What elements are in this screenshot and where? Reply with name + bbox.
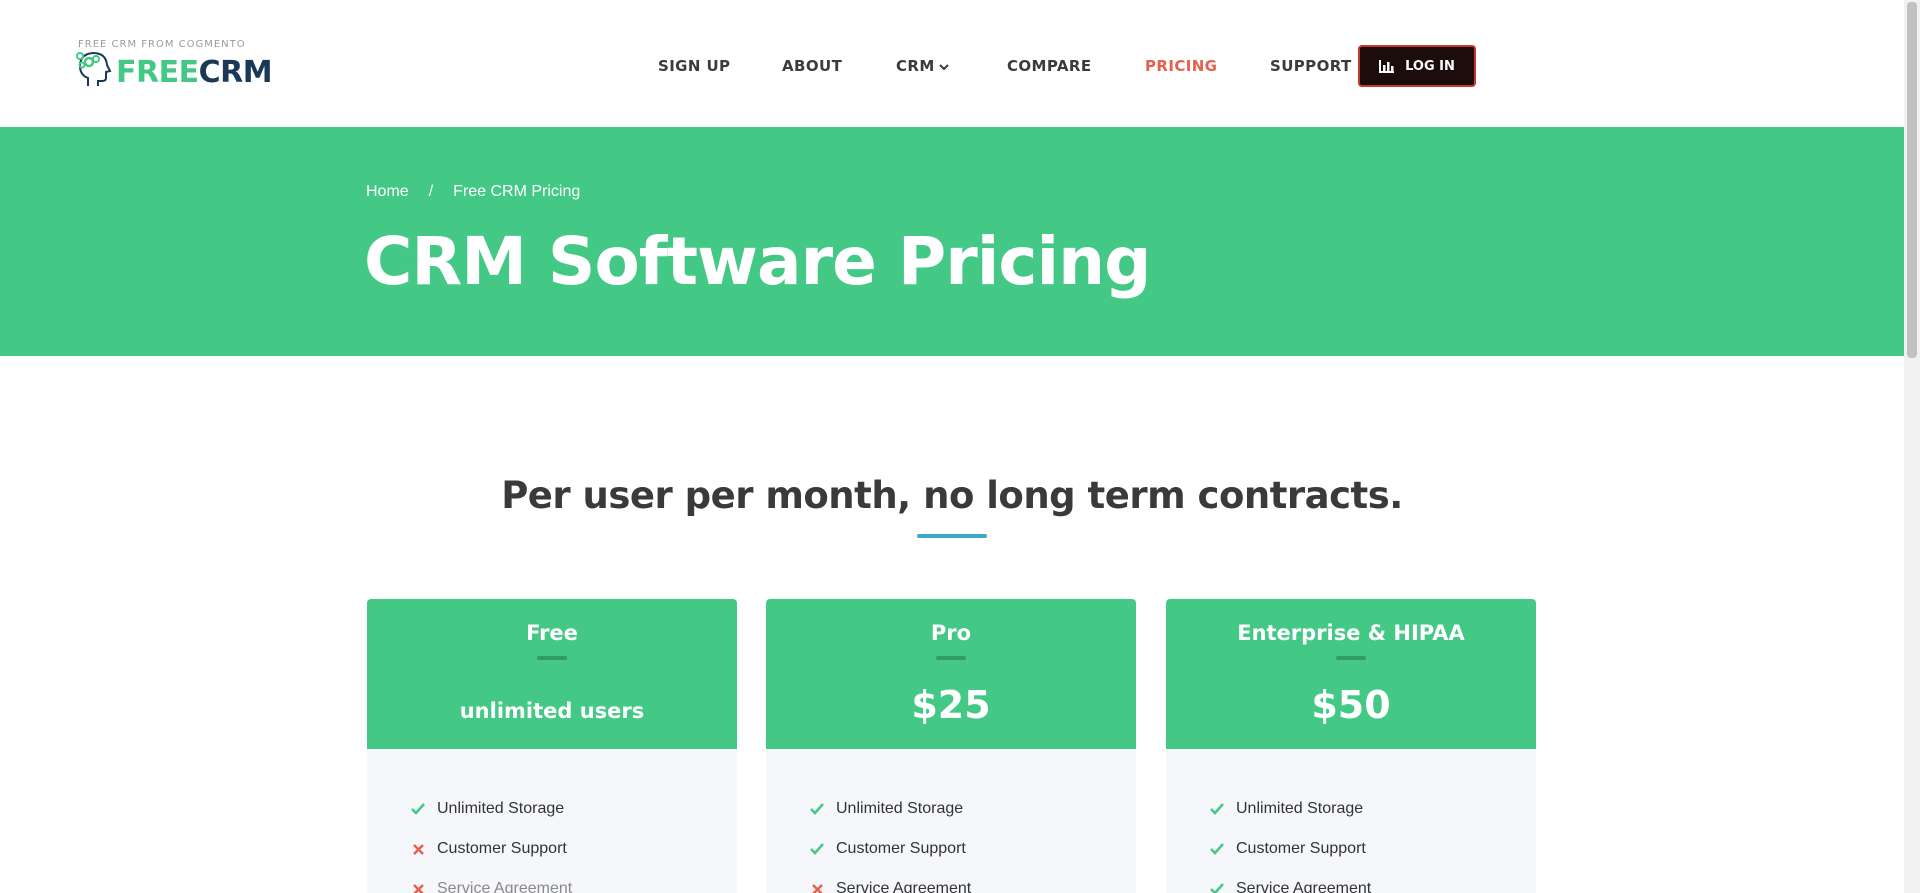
feature-item: Service Agreement (367, 869, 737, 893)
scrollbar-thumb[interactable] (1907, 2, 1917, 358)
plan-name: Pro (930, 621, 972, 645)
logo-wordmark: FREECRM (116, 55, 273, 90)
check-icon (407, 803, 429, 815)
cross-icon (407, 843, 429, 855)
check-icon (806, 843, 828, 855)
plan-features: Unlimited Storage Customer Support Servi… (367, 749, 737, 893)
nav-crm-label: CRM (896, 57, 935, 75)
login-label: LOG IN (1405, 58, 1455, 74)
bar-chart-icon (1379, 60, 1395, 73)
cross-icon (407, 883, 429, 893)
nav-pricing[interactable]: PRICING (1145, 57, 1217, 75)
plan-card-free: Free unlimited users Unlimited Storage C… (367, 599, 737, 893)
feature-label: Unlimited Storage (836, 800, 964, 817)
nav-about[interactable]: ABOUT (782, 57, 842, 75)
page-title: CRM Software Pricing (364, 223, 1151, 300)
plan-card-pro: Pro $25 Unlimited Storage Customer Suppo… (766, 599, 1136, 893)
plan-price: unlimited users (459, 699, 645, 723)
feature-item: Service Agreement (1166, 869, 1536, 893)
page-scrollbar[interactable] (1904, 0, 1920, 893)
nav-support[interactable]: SUPPORT (1270, 57, 1352, 75)
feature-label: Unlimited Storage (1236, 800, 1364, 817)
breadcrumb: Home / Free CRM Pricing (366, 183, 580, 201)
plan-features: Unlimited Storage Customer Support Servi… (766, 749, 1136, 893)
check-icon (806, 803, 828, 815)
cross-icon (806, 883, 828, 893)
feature-item: Service Agreement (766, 869, 1136, 893)
plan-name: Enterprise & HIPAA (1237, 621, 1465, 645)
logo[interactable]: FREE CRM FROM COGMENTO FREECRM (74, 36, 284, 92)
chevron-down-icon (938, 63, 949, 70)
feature-item: Unlimited Storage (766, 789, 1136, 829)
logo-word-crm: CRM (198, 55, 273, 90)
plan-features: Unlimited Storage Customer Support Servi… (1166, 749, 1536, 893)
breadcrumb-home[interactable]: Home (366, 183, 409, 201)
check-icon (1206, 843, 1228, 855)
breadcrumb-current: Free CRM Pricing (453, 183, 581, 200)
check-icon (1206, 803, 1228, 815)
feature-label: Unlimited Storage (437, 800, 565, 817)
logo-word-free: FREE (116, 55, 199, 90)
feature-item: Unlimited Storage (1166, 789, 1536, 829)
feature-item: Customer Support (367, 829, 737, 869)
feature-label: Customer Support (836, 840, 966, 857)
plan-price: $50 (1311, 683, 1391, 727)
feature-label: Customer Support (1236, 840, 1366, 857)
section-title: Per user per month, no long term contrac… (501, 474, 1403, 517)
feature-label: Service Agreement (1236, 880, 1372, 893)
plan-header: Enterprise & HIPAA $50 (1166, 599, 1536, 749)
nav-compare[interactable]: COMPARE (1007, 57, 1092, 75)
head-gears-icon (76, 51, 112, 86)
breadcrumb-separator: / (428, 183, 434, 200)
plan-divider (936, 656, 966, 660)
plan-header: Free unlimited users (367, 599, 737, 749)
plan-price: $25 (911, 683, 991, 727)
plan-divider (537, 656, 567, 660)
feature-label: Customer Support (437, 840, 567, 857)
feature-item: Customer Support (766, 829, 1136, 869)
plan-divider (1336, 656, 1366, 660)
page-hero: Home / Free CRM Pricing CRM Software Pri… (0, 127, 1904, 356)
plan-name: Free (526, 621, 578, 645)
section-divider (917, 534, 987, 538)
check-icon (1206, 883, 1228, 893)
login-button[interactable]: LOG IN (1358, 45, 1476, 87)
site-header: FREE CRM FROM COGMENTO FREECRM SIGN UP A… (0, 0, 1904, 127)
nav-sign-up[interactable]: SIGN UP (658, 57, 730, 75)
nav-crm[interactable]: CRM (896, 57, 949, 75)
plan-header: Pro $25 (766, 599, 1136, 749)
feature-label: Service Agreement (437, 880, 573, 893)
feature-label: Service Agreement (836, 880, 972, 893)
feature-item: Customer Support (1166, 829, 1536, 869)
plan-card-enterprise: Enterprise & HIPAA $50 Unlimited Storage… (1166, 599, 1536, 893)
feature-item: Unlimited Storage (367, 789, 737, 829)
